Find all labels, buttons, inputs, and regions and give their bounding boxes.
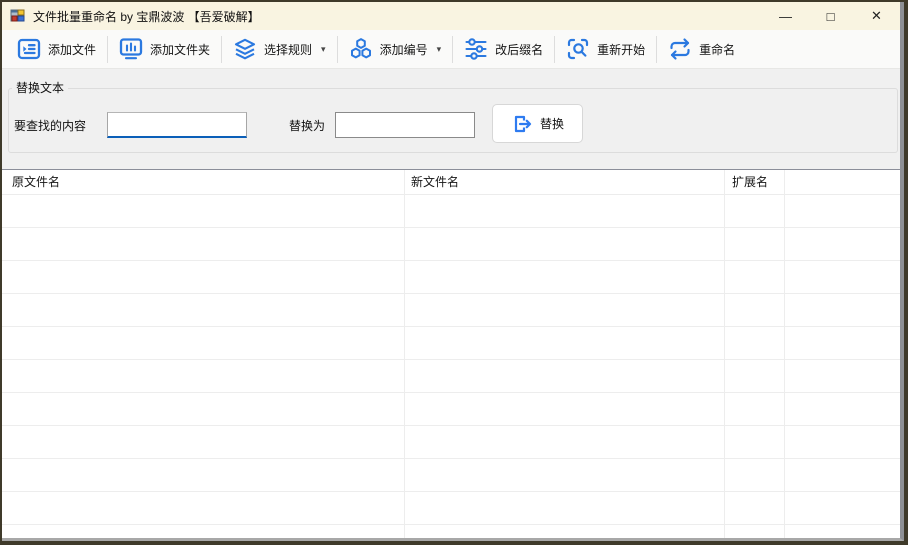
toolbar-button-label: 重新开始: [597, 41, 645, 58]
file-listview[interactable]: 原文件名 新文件名 扩展名: [2, 169, 900, 538]
window-controls: — □ ✕: [763, 2, 900, 30]
titlebar[interactable]: 文件批量重命名 by 宝鼎波波 【吾爱破解】 — □ ✕: [2, 2, 900, 30]
grid-line-vertical: [724, 170, 725, 538]
column-header-new-name[interactable]: 新文件名: [404, 170, 724, 194]
toolbar: 添加文件 添加文件夹 选择规则 ▾: [2, 30, 900, 69]
add-file-icon: [17, 37, 41, 61]
toolbar-button-label: 重命名: [699, 41, 735, 58]
toolbar-button-restart[interactable]: 重新开始: [557, 34, 654, 65]
dropdown-arrow-icon: ▾: [321, 44, 326, 55]
layers-icon: [233, 37, 257, 61]
toolbar-separator: [221, 36, 222, 63]
toolbar-button-label: 添加文件: [48, 41, 96, 58]
replace-button-label: 替换: [540, 115, 564, 132]
replace-with-input[interactable]: [335, 112, 475, 138]
replace-button[interactable]: 替换: [492, 104, 583, 143]
toolbar-button-change-extension[interactable]: 改后缀名: [455, 34, 552, 65]
listview-header: 原文件名 新文件名 扩展名: [2, 170, 900, 195]
grid-line-vertical: [404, 170, 405, 538]
toolbar-button-select-rules[interactable]: 选择规则 ▾: [224, 34, 335, 65]
toolbar-separator: [337, 36, 338, 63]
app-window: 文件批量重命名 by 宝鼎波波 【吾爱破解】 — □ ✕ 添加文件 添加文件夹: [2, 2, 904, 541]
restart-scan-icon: [566, 37, 590, 61]
find-label: 要查找的内容: [14, 118, 86, 134]
toolbar-separator: [107, 36, 108, 63]
maximize-button[interactable]: □: [808, 2, 853, 30]
column-header-extension[interactable]: 扩展名: [724, 170, 784, 194]
toolbar-button-add-files[interactable]: 添加文件: [8, 34, 105, 65]
toolbar-button-label: 添加文件夹: [150, 41, 210, 58]
minimize-button[interactable]: —: [763, 2, 808, 30]
replace-with-label: 替换为: [289, 118, 325, 134]
listview-body[interactable]: [2, 195, 900, 538]
toolbar-separator: [656, 36, 657, 63]
toolbar-button-label: 添加编号: [380, 41, 428, 58]
desktop-background: { "window": { "title": "文件批量重命名 by 宝鼎波波 …: [0, 0, 908, 545]
toolbar-button-rename[interactable]: 重命名: [659, 34, 744, 65]
toolbar-separator: [452, 36, 453, 63]
find-input[interactable]: [107, 112, 247, 138]
close-button[interactable]: ✕: [853, 2, 900, 30]
add-folder-icon: [119, 37, 143, 61]
sliders-icon: [464, 37, 488, 61]
groupbox-title: 替换文本: [12, 81, 68, 96]
toolbar-separator: [554, 36, 555, 63]
toolbar-button-label: 选择规则: [264, 41, 312, 58]
grid-line-vertical: [784, 170, 785, 538]
column-header-original-name[interactable]: 原文件名: [2, 170, 404, 194]
rename-loop-icon: [668, 37, 692, 61]
dropdown-arrow-icon: ▾: [437, 44, 442, 55]
toolbar-button-label: 改后缀名: [495, 41, 543, 58]
replace-arrow-icon: [511, 113, 533, 135]
window-title: 文件批量重命名 by 宝鼎波波 【吾爱破解】: [33, 8, 260, 25]
toolbar-button-add-numbering[interactable]: 添加编号 ▾: [340, 34, 451, 65]
app-icon: [10, 8, 26, 24]
toolbar-button-add-folder[interactable]: 添加文件夹: [110, 34, 219, 65]
numbering-hexagons-icon: [349, 37, 373, 61]
